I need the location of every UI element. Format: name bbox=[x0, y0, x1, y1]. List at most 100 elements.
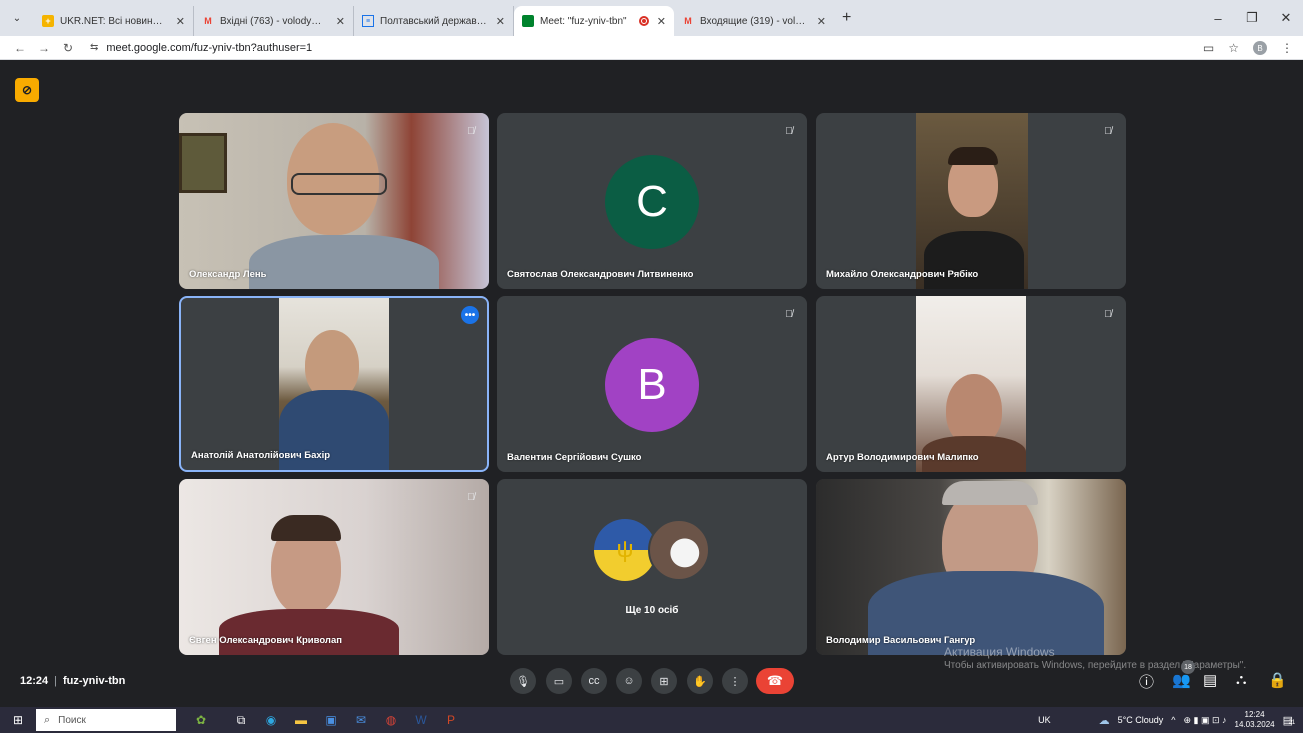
more-participants-tile[interactable]: ψ Ще 10 осіб bbox=[497, 479, 807, 655]
cast-icon[interactable]: ▭ bbox=[1203, 41, 1214, 55]
browser-tab-gmail-inbox-2[interactable]: M Входящие (319) - volodimirgar ✕ bbox=[674, 6, 834, 36]
captions-button[interactable]: cc bbox=[581, 668, 607, 694]
meeting-details: 12:24 | fuz-yniv-tbn bbox=[20, 675, 125, 687]
taskbar-search[interactable]: ⌕ Поиск bbox=[36, 709, 176, 731]
participant-tile[interactable]: 🎙̸ Євген Олександрович Криволап bbox=[179, 479, 489, 655]
camera-off-icon[interactable]: ⊘ bbox=[15, 78, 39, 102]
browser-tab-strip: ⌄ + UKR.NET: Всі новини України, ✕ M Вхі… bbox=[0, 0, 1303, 36]
gmail-favicon-icon: M bbox=[684, 16, 692, 26]
clock-time: 12:24 bbox=[1244, 710, 1265, 719]
cat-avatar bbox=[648, 519, 710, 581]
word-icon[interactable]: W bbox=[406, 713, 436, 727]
chrome-icon[interactable]: ◍ bbox=[376, 713, 406, 727]
avatar-initial: B bbox=[637, 360, 667, 409]
browser-menu-icon[interactable]: ⋮ bbox=[1281, 41, 1293, 55]
browser-tab-meet[interactable]: Meet: "fuz-yniv-tbn" ✕ bbox=[514, 6, 674, 36]
reactions-button[interactable]: ☺ bbox=[616, 668, 642, 694]
mic-off-icon: 🎙̸ bbox=[785, 308, 793, 320]
camera-icon: ▭ bbox=[553, 675, 565, 688]
close-window-icon[interactable]: ✕ bbox=[1269, 10, 1303, 26]
activities-icon[interactable]: ⛬ bbox=[1236, 671, 1247, 688]
tab-title: Вхідні (763) - volodymyr.hanhu bbox=[220, 15, 328, 27]
gmail-favicon-icon: M bbox=[204, 16, 212, 26]
notifications-icon[interactable]: ▤ 21 bbox=[1283, 714, 1296, 727]
browser-tab-poltava[interactable]: ≡ Полтавський державний агра ✕ bbox=[354, 6, 514, 36]
meeting-code: fuz-yniv-tbn bbox=[63, 675, 126, 687]
bookmark-star-icon[interactable]: ☆ bbox=[1228, 41, 1239, 55]
restore-icon[interactable]: ❐ bbox=[1235, 10, 1269, 26]
tab-title: UKR.NET: Всі новини України, bbox=[60, 15, 168, 27]
site-settings-icon[interactable]: ⇆ bbox=[90, 42, 98, 53]
camera-button[interactable]: ▭ bbox=[546, 668, 572, 694]
forward-icon[interactable]: → bbox=[34, 41, 54, 55]
raise-hand-button[interactable]: ✋ bbox=[687, 668, 713, 694]
participant-name: Святослав Олександрович Литвиненко bbox=[507, 269, 694, 280]
url-field[interactable]: ⇆ meet.google.com/fuz-yniv-tbn?authuser=… bbox=[90, 42, 312, 54]
windows-start-icon[interactable]: ⊞ bbox=[0, 713, 36, 727]
tab-close-icon[interactable]: ✕ bbox=[817, 15, 826, 28]
tray-icons[interactable]: ⊕ ▮ ▣ ⊡ ♪ bbox=[1184, 715, 1227, 726]
notification-count: 21 bbox=[1288, 719, 1296, 726]
more-options-button[interactable]: ⋮ bbox=[722, 668, 748, 694]
tab-close-icon[interactable]: ✕ bbox=[657, 15, 666, 28]
meet-favicon-icon bbox=[522, 15, 534, 27]
participant-tile-speaking[interactable]: ••• Анатолій Анатолійович Бахір bbox=[179, 296, 489, 472]
participant-name: Валентин Сергійович Сушко bbox=[507, 452, 642, 463]
meeting-info-icon[interactable]: ⓘ bbox=[1139, 671, 1154, 692]
taskbar-clock[interactable]: 12:24 14.03.2024 bbox=[1235, 710, 1275, 730]
system-tray: UK ☁ 5°C Cloudy ^ ⊕ ▮ ▣ ⊡ ♪ 12:24 14.03.… bbox=[1038, 707, 1303, 733]
participant-video bbox=[179, 113, 489, 289]
participant-tile[interactable]: 🎙̸ Олександр Лень bbox=[179, 113, 489, 289]
address-bar: ← → ↻ ⇆ meet.google.com/fuz-yniv-tbn?aut… bbox=[0, 36, 1303, 60]
microphone-button[interactable]: 🎙 bbox=[510, 668, 536, 694]
language-indicator[interactable]: UK bbox=[1038, 715, 1051, 725]
store-icon[interactable]: ▣ bbox=[316, 713, 346, 727]
taskbar-search-label: Поиск bbox=[58, 714, 86, 726]
tab-close-icon[interactable]: ✕ bbox=[176, 15, 185, 28]
participant-video bbox=[279, 298, 389, 470]
weather-widget-icon[interactable]: ✿ bbox=[176, 713, 226, 727]
tab-title: Meet: "fuz-yniv-tbn" bbox=[540, 15, 627, 27]
file-explorer-icon[interactable]: ▬ bbox=[286, 713, 316, 727]
reload-icon[interactable]: ↻ bbox=[58, 41, 78, 55]
participant-tile[interactable]: 🎙̸ Михайло Олександрович Рябіко bbox=[816, 113, 1126, 289]
chat-icon[interactable]: ▤ bbox=[1203, 671, 1217, 689]
powerpoint-icon[interactable]: P bbox=[436, 713, 466, 727]
mic-off-icon: 🎙̸ bbox=[785, 125, 793, 137]
weather-text[interactable]: 5°C Cloudy bbox=[1118, 715, 1164, 725]
leave-call-button[interactable]: ☎ bbox=[756, 668, 794, 694]
captions-icon: cc bbox=[588, 675, 600, 687]
back-icon[interactable]: ← bbox=[10, 41, 30, 55]
participant-tile[interactable]: Володимир Васильович Гангур bbox=[816, 479, 1126, 655]
participants-count-badge: 18 bbox=[1181, 660, 1195, 674]
new-tab-button[interactable]: + bbox=[842, 9, 851, 27]
participant-name: Михайло Олександрович Рябіко bbox=[826, 269, 979, 280]
more-participants-label: Ще 10 осіб bbox=[625, 605, 679, 616]
browser-tab-ukrnet[interactable]: + UKR.NET: Всі новини України, ✕ bbox=[34, 6, 194, 36]
participant-avatar: C bbox=[605, 155, 699, 249]
mail-icon[interactable]: ✉ bbox=[346, 713, 376, 727]
participant-name: Анатолій Анатолійович Бахір bbox=[191, 450, 331, 461]
search-icon: ⌕ bbox=[44, 713, 51, 726]
hand-icon: ✋ bbox=[693, 675, 707, 688]
browser-tab-gmail-inbox[interactable]: M Вхідні (763) - volodymyr.hanhu ✕ bbox=[194, 6, 354, 36]
task-view-icon[interactable]: ⧉ bbox=[226, 713, 256, 728]
participant-tile[interactable]: C 🎙̸ Святослав Олександрович Литвиненко bbox=[497, 113, 807, 289]
mic-off-icon: 🎙̸ bbox=[467, 491, 475, 503]
host-controls-icon[interactable]: 🔒 bbox=[1268, 671, 1287, 689]
participant-avatar: B bbox=[605, 338, 699, 432]
participant-tile[interactable]: 🎙̸ Артур Володимирович Малипко bbox=[816, 296, 1126, 472]
tab-title: Полтавський державний агра bbox=[380, 15, 488, 27]
tray-chevron-icon[interactable]: ^ bbox=[1171, 715, 1175, 725]
edge-browser-icon[interactable]: ◉ bbox=[256, 713, 286, 727]
minimize-icon[interactable]: – bbox=[1201, 11, 1235, 26]
tab-close-icon[interactable]: ✕ bbox=[336, 15, 345, 28]
present-screen-button[interactable]: ⊞ bbox=[651, 668, 677, 694]
microphone-icon: 🎙 bbox=[516, 675, 530, 688]
tab-search-chevron-icon[interactable]: ⌄ bbox=[6, 7, 28, 29]
more-options-icon[interactable]: ••• bbox=[461, 306, 479, 324]
more-vert-icon: ⋮ bbox=[729, 675, 741, 688]
profile-avatar[interactable]: B bbox=[1253, 41, 1267, 55]
tab-close-icon[interactable]: ✕ bbox=[496, 15, 505, 28]
participant-tile[interactable]: B 🎙̸ Валентин Сергійович Сушко bbox=[497, 296, 807, 472]
